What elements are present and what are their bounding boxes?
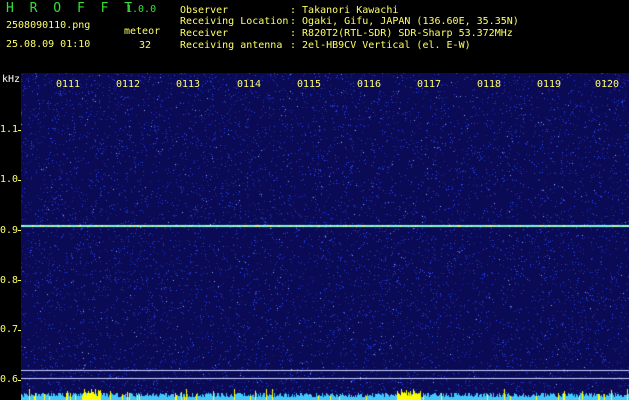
- meteor-count: 32: [139, 40, 152, 51]
- header-panel: H R O F F T 1.0.0 2508090110.png 25.08.0…: [0, 0, 629, 73]
- y-tick-label: 0.9: [0, 225, 19, 236]
- y-tick-mark: [18, 330, 21, 331]
- y-axis-unit: kHz: [2, 74, 21, 85]
- file-name: 2508090110.png: [6, 20, 91, 31]
- x-tick-label: 0117: [416, 79, 442, 90]
- app-title: H R O F F T: [6, 1, 137, 16]
- app-version: 1.0.0: [126, 4, 157, 15]
- y-tick-mark: [18, 180, 21, 181]
- x-tick-label: 0119: [536, 79, 562, 90]
- receiver-label: Receiver: [180, 28, 229, 39]
- x-tick-label: 0116: [356, 79, 382, 90]
- meteor-label: meteor: [124, 26, 161, 37]
- location-value: : Ogaki, Gifu, JAPAN (136.60E, 35.35N): [290, 16, 519, 27]
- y-tick-label: 1.0: [0, 174, 19, 185]
- y-tick-mark: [18, 380, 21, 381]
- y-tick-label: 0.6: [0, 374, 19, 385]
- antenna-label: Receiving antenna: [180, 40, 283, 51]
- timestamp: 25.08.09 01:10: [6, 39, 91, 50]
- y-tick-label: 1.1: [0, 124, 19, 135]
- x-tick-label: 0115: [296, 79, 322, 90]
- x-tick-label: 0111: [55, 79, 81, 90]
- x-tick-label: 0112: [115, 79, 141, 90]
- location-label: Receiving Location: [180, 16, 289, 27]
- y-tick-mark: [18, 130, 21, 131]
- waterfall-spectrogram: [21, 73, 629, 400]
- x-tick-label: 0120: [594, 79, 620, 90]
- receiver-value: : R820T2(RTL-SDR) SDR-Sharp 53.372MHz: [290, 28, 513, 39]
- y-tick-mark: [18, 280, 21, 281]
- y-tick-mark: [18, 230, 21, 231]
- y-tick-label: 0.8: [0, 275, 19, 286]
- x-tick-label: 0118: [476, 79, 502, 90]
- x-tick-label: 0113: [175, 79, 201, 90]
- x-tick-label: 0114: [236, 79, 262, 90]
- y-tick-label: 0.7: [0, 324, 19, 335]
- antenna-value: : 2el-HB9CV Vertical (el. E-W): [290, 40, 471, 51]
